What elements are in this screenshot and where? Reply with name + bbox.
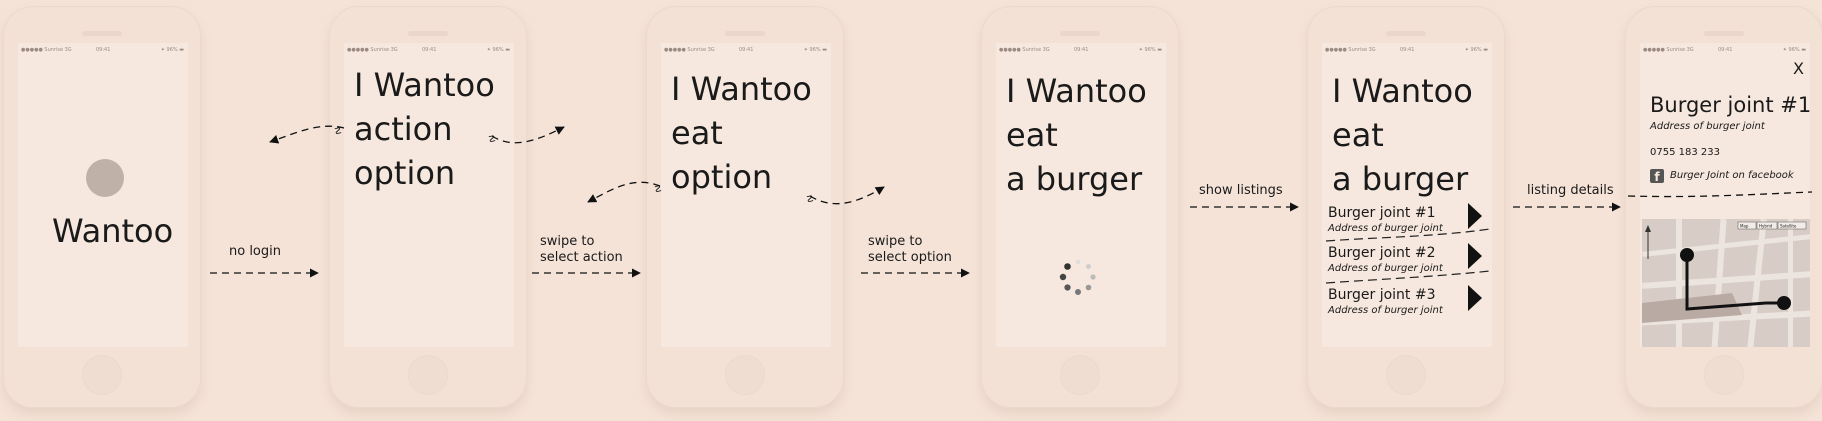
- transition-no-login: no login: [229, 244, 281, 259]
- swipe-gesture-icon: ☡: [488, 135, 496, 145]
- transition-swipe-option-line2: select option: [868, 250, 952, 265]
- swipe-gesture-icon: ☡: [806, 195, 814, 205]
- swipe-gesture-icon: ☡: [654, 185, 662, 195]
- transition-swipe-option-line1: swipe to: [868, 234, 923, 249]
- transition-swipe-action-line1: swipe to: [540, 234, 595, 249]
- transition-listing-details: listing details: [1527, 183, 1614, 198]
- swipe-gesture-icon: ☡: [334, 127, 342, 137]
- flow-arrows: ☡ ☡ ☡ ☡: [210, 125, 1813, 278]
- transition-swipe-action-line2: select action: [540, 250, 623, 265]
- transition-show-listings: show listings: [1199, 183, 1283, 198]
